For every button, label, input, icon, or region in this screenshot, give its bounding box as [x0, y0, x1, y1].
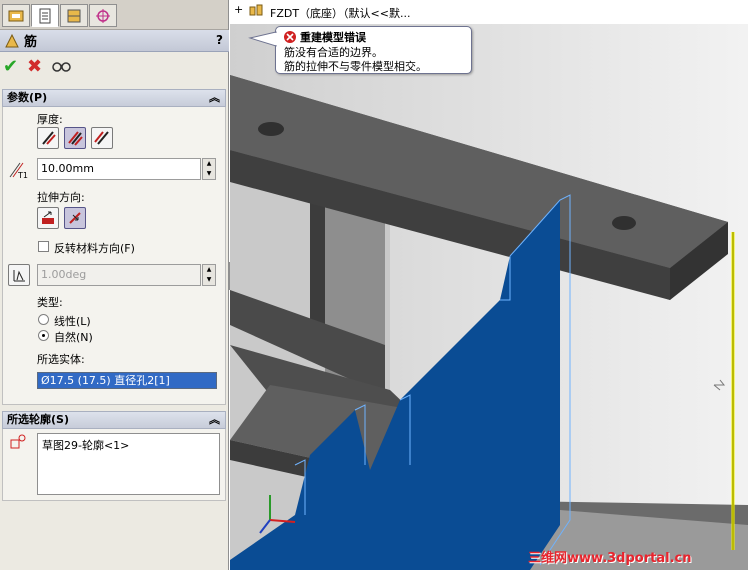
- thickness-second-side-button[interactable]: [91, 127, 113, 149]
- first-side-icon: [42, 131, 56, 145]
- error-line-2: 筋的拉伸不与零件模型相交。: [284, 60, 427, 73]
- part-icon: [248, 3, 264, 22]
- svg-text:T1: T1: [17, 171, 28, 179]
- watermark-text: 三维网www.3dportal.cn: [528, 551, 692, 566]
- parameters-group-header[interactable]: 参数(P) ︽: [2, 89, 226, 107]
- thickness-both-sides-button[interactable]: [64, 127, 86, 149]
- collapse-chevron-icon[interactable]: ︽: [209, 90, 220, 106]
- rebuild-error-tooltip: 重建模型错误 筋没有合适的边界。 筋的拉伸不与零件模型相交。: [275, 26, 472, 74]
- ok-check-icon[interactable]: ✔: [3, 56, 18, 78]
- draft-icon: [13, 270, 25, 282]
- second-side-icon: [94, 131, 109, 145]
- error-title: 重建模型错误: [300, 31, 366, 44]
- parallel-to-sketch-button[interactable]: [37, 207, 59, 229]
- profile-group-body: 草图29-轮廓<1>: [2, 429, 226, 501]
- normal-to-sketch-button[interactable]: [64, 207, 86, 229]
- thickness-first-side-button[interactable]: [37, 127, 59, 149]
- draft-angle-input[interactable]: 1.00deg: [37, 264, 201, 286]
- preview-glasses-icon[interactable]: [52, 58, 72, 80]
- parameters-group-title: 参数(P): [7, 91, 48, 104]
- part-tree-item[interactable]: FZDT（底座）（默认<<默...: [270, 5, 410, 21]
- feature-name: 筋: [24, 35, 38, 50]
- type-linear-radio[interactable]: [38, 314, 49, 325]
- profile-list-item[interactable]: 草图29-轮廓<1>: [42, 437, 215, 453]
- both-sides-icon: [68, 131, 83, 146]
- selected-body-label: 所选实体:: [37, 353, 85, 366]
- dimxpert-manager-tab[interactable]: [89, 4, 117, 27]
- rib-feature-icon: [5, 33, 19, 47]
- thickness-dimension-icon: T1: [8, 159, 30, 182]
- error-icon: [284, 31, 296, 43]
- type-natural-radio[interactable]: [38, 330, 49, 341]
- expand-plus-icon[interactable]: +: [234, 3, 243, 16]
- thickness-input[interactable]: 10.00mm: [37, 158, 201, 180]
- feature-title-bar: 筋 ?: [0, 30, 229, 52]
- type-linear-label: 线性(L): [54, 315, 91, 328]
- property-manager-tab[interactable]: [31, 4, 59, 27]
- feature-manager-tab[interactable]: [2, 4, 30, 27]
- selected-body-field[interactable]: Ø17.5 (17.5) 直径孔2[1]: [37, 372, 217, 389]
- tooltip-pointer: [248, 31, 277, 47]
- flip-material-checkbox[interactable]: [38, 241, 49, 252]
- profile-group-title: 所选轮廓(S): [7, 413, 69, 426]
- type-label: 类型:: [37, 296, 63, 309]
- collapse-chevron-icon[interactable]: ︽: [209, 412, 220, 428]
- draft-toggle-button[interactable]: [8, 264, 30, 286]
- draft-spin-buttons[interactable]: ▲ ▼: [202, 264, 216, 286]
- normal-direction-icon: [69, 212, 81, 224]
- parameters-group-body: 厚度: T1 10.00mm ▲ ▼ 拉伸方向: 反转材料方向(F) 1.00de…: [2, 107, 226, 405]
- property-sheet-icon: [39, 8, 51, 23]
- flip-material-label: 反转材料方向(F): [54, 242, 135, 255]
- graphics-viewport[interactable]: 三维网www.3dportal.cn: [230, 0, 748, 570]
- thickness-spin-buttons[interactable]: ▲ ▼: [202, 158, 216, 180]
- feature-tree-icon: [8, 10, 24, 21]
- profile-group-header[interactable]: 所选轮廓(S) ︽: [2, 411, 226, 429]
- type-natural-label: 自然(N): [54, 331, 93, 344]
- extrude-direction-label: 拉伸方向:: [37, 191, 85, 204]
- property-manager-panel: 筋 ? ✔ ✖ 参数(P) ︽ 厚度: T1 10.00mm ▲▼ 拉伸方向:: [0, 0, 229, 570]
- profile-list[interactable]: 草图29-轮廓<1>: [37, 433, 220, 495]
- action-buttons-row: ✔ ✖: [0, 56, 229, 80]
- thickness-label: 厚度:: [37, 113, 63, 126]
- configuration-icon: [67, 9, 81, 22]
- sketch-profile-icon: [9, 434, 27, 453]
- model-view: [230, 0, 748, 570]
- crosshair-icon: [96, 8, 110, 23]
- manager-tabs: [0, 0, 228, 30]
- configuration-manager-tab[interactable]: [60, 4, 88, 27]
- cancel-x-icon[interactable]: ✖: [27, 56, 42, 78]
- parallel-direction-icon: [42, 211, 54, 224]
- help-button[interactable]: ?: [216, 33, 223, 47]
